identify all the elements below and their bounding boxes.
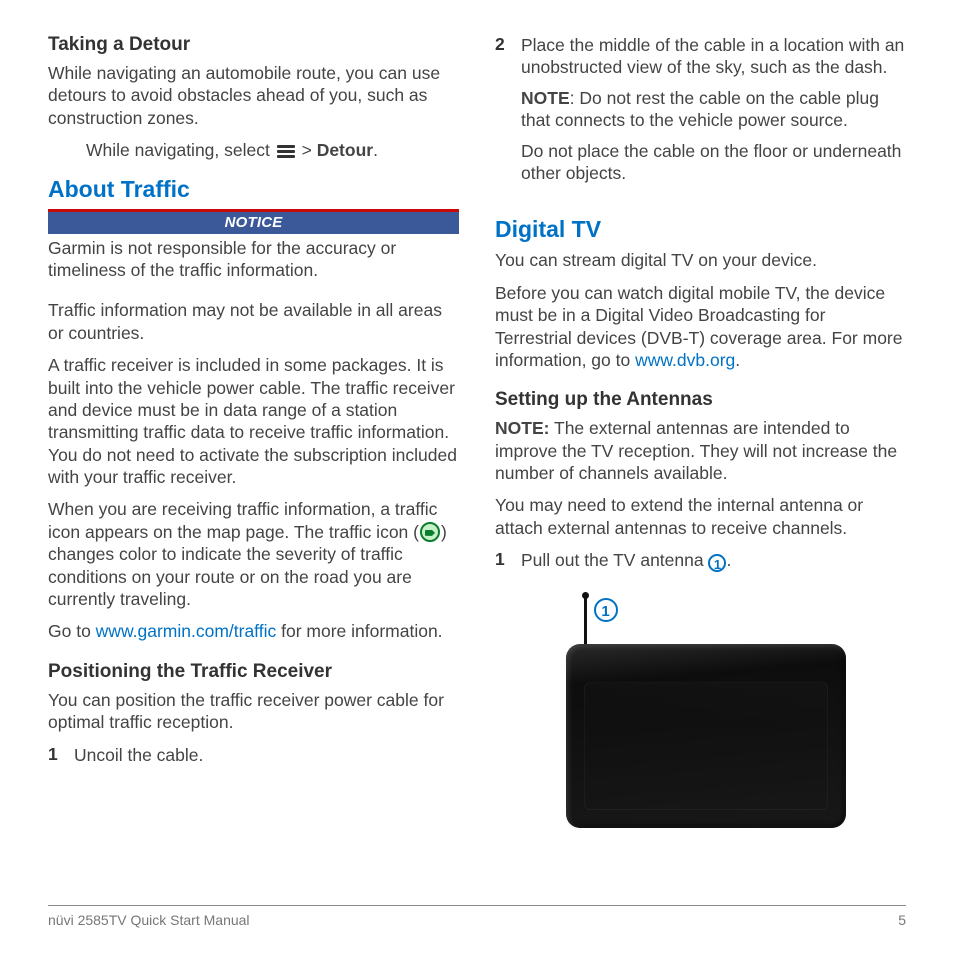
step-2-text: Place the middle of the cable in a locat… <box>521 34 906 79</box>
step-2-number: 2 <box>495 34 509 192</box>
menu-icon <box>277 145 295 158</box>
callout-ref-1-icon: 1 <box>708 554 726 572</box>
step-1-pull-antenna: 1 Pull out the TV antenna 1. <box>495 549 906 580</box>
antennas-note: NOTE: The external antennas are intended… <box>495 417 906 484</box>
traffic-more-pre: Go to <box>48 621 96 641</box>
callout-1-icon: 1 <box>594 598 618 622</box>
antennas-note-text: The external antennas are intended to im… <box>495 418 897 483</box>
detour-instr-pre: While navigating, select <box>86 140 275 160</box>
antenna-step-1-number: 1 <box>495 549 509 580</box>
step-2-extra: Do not place the cable on the floor or u… <box>521 140 906 185</box>
digital-tv-p2-post: . <box>735 350 740 370</box>
device-illustration: 1 <box>546 594 856 834</box>
traffic-receiver-info: A traffic receiver is included in some p… <box>48 354 459 488</box>
digital-tv-p1: You can stream digital TV on your device… <box>495 249 906 271</box>
heading-digital-tv: Digital TV <box>495 216 906 243</box>
dvb-link[interactable]: www.dvb.org <box>635 350 735 370</box>
step-1-number: 1 <box>48 744 62 774</box>
detour-instruction: While navigating, select > Detour. <box>86 139 459 161</box>
step-2-note-text: : Do not rest the cable on the cable plu… <box>521 88 879 130</box>
step-2-note: NOTE: Do not rest the cable on the cable… <box>521 87 906 132</box>
heading-taking-detour: Taking a Detour <box>48 34 459 56</box>
antennas-p2: You may need to extend the internal ante… <box>495 494 906 539</box>
heading-about-traffic: About Traffic <box>48 176 459 203</box>
digital-tv-p2: Before you can watch digital mobile TV, … <box>495 282 906 372</box>
step-1-uncoil: 1 Uncoil the cable. <box>48 744 459 774</box>
receiver-positioning-text: You can position the traffic receiver po… <box>48 689 459 734</box>
notice-text: Garmin is not responsible for the accura… <box>48 237 459 282</box>
page-footer: nüvi 2585TV Quick Start Manual 5 <box>48 905 906 928</box>
notice-label: NOTICE <box>48 209 459 234</box>
detour-instr-bold: Detour <box>317 140 373 160</box>
step-1-text: Uncoil the cable. <box>74 744 203 766</box>
footer-manual-title: nüvi 2585TV Quick Start Manual <box>48 912 250 928</box>
heading-setting-antennas: Setting up the Antennas <box>495 389 906 411</box>
antenna-step-1-text: Pull out the TV antenna 1. <box>521 549 731 572</box>
traffic-availability: Traffic information may not be available… <box>48 299 459 344</box>
detour-description: While navigating an automobile route, yo… <box>48 62 459 129</box>
traffic-more-info: Go to www.garmin.com/traffic for more in… <box>48 620 459 642</box>
antenna-step-pre: Pull out the TV antenna <box>521 550 708 570</box>
antennas-note-label: NOTE: <box>495 418 549 438</box>
garmin-traffic-link[interactable]: www.garmin.com/traffic <box>96 621 277 641</box>
step-2-note-label: NOTE <box>521 88 570 108</box>
traffic-icon-info: When you are receiving traffic informati… <box>48 498 459 610</box>
detour-instr-mid: > <box>302 140 317 160</box>
traffic-icon <box>420 522 440 542</box>
footer-page-number: 5 <box>898 912 906 928</box>
detour-instr-post: . <box>373 140 378 160</box>
device-body-graphic <box>566 644 846 828</box>
traffic-more-post: for more information. <box>276 621 442 641</box>
heading-positioning-receiver: Positioning the Traffic Receiver <box>48 661 459 683</box>
antenna-step-post: . <box>726 550 731 570</box>
step-2-place-cable: 2 Place the middle of the cable in a loc… <box>495 34 906 192</box>
traffic-icon-pre: When you are receiving traffic informati… <box>48 499 437 541</box>
